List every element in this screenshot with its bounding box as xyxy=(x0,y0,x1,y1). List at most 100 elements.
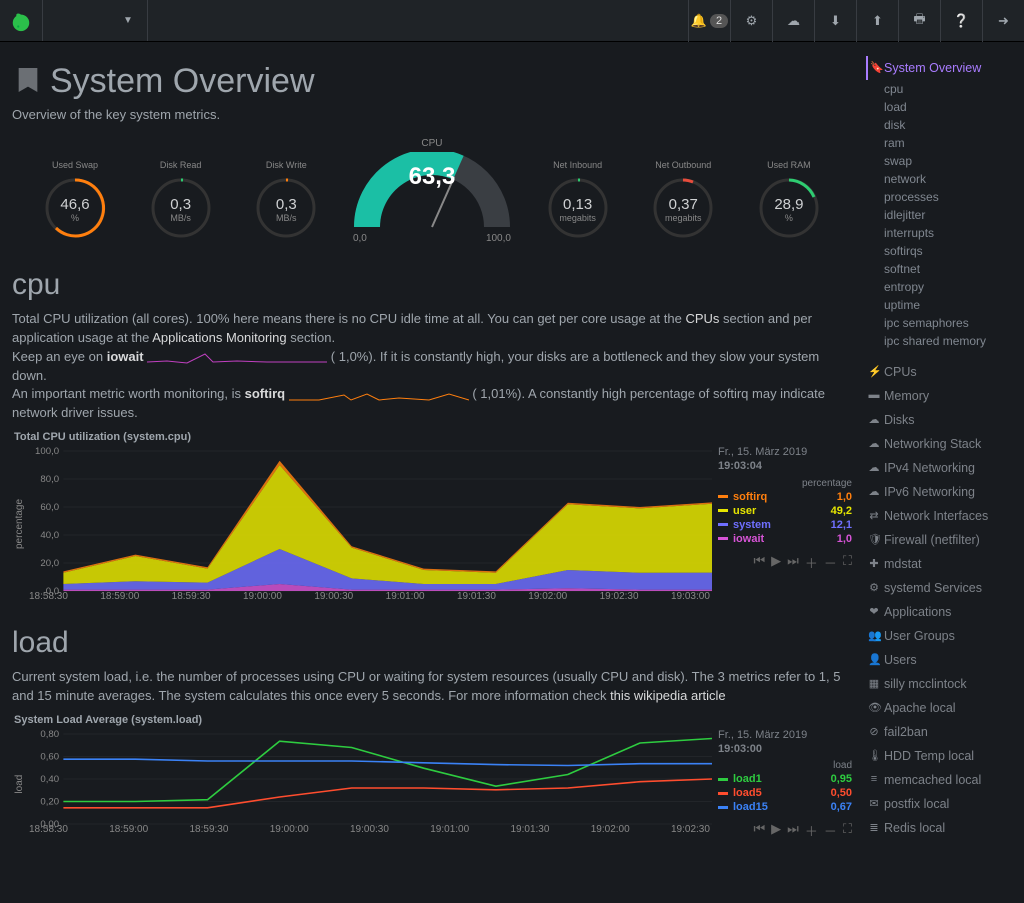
bookmark-icon: 🔖 xyxy=(870,61,882,74)
settings-button[interactable]: ⚙ xyxy=(730,0,772,42)
sidebar-sub-processes[interactable]: processes xyxy=(866,188,1014,206)
help-button[interactable]: ❔ xyxy=(940,0,982,42)
sidebar-item-hdd-temp-local[interactable]: 🌡HDD Temp local xyxy=(866,744,1014,768)
sidebar-item-silly-mcclintock[interactable]: ▦silly mcclintock xyxy=(866,672,1014,696)
metric-cpu-gauge[interactable]: CPU 63,3 0,0100,0 xyxy=(347,138,517,244)
sidebar-sub-ipc-shared-memory[interactable]: ipc shared memory xyxy=(866,332,1014,350)
section-heading-cpu: cpu xyxy=(12,268,852,302)
metric-disk-read[interactable]: Disk Read 0,3 MB/s xyxy=(136,160,226,223)
sidebar-sub-interrupts[interactable]: interrupts xyxy=(866,224,1014,242)
sidebar-item-systemd-services[interactable]: ⚙systemd Services xyxy=(866,576,1014,600)
legend-item-softirq[interactable]: softirq 1,0 xyxy=(718,491,852,503)
sidebar-sub-ram[interactable]: ram xyxy=(866,134,1014,152)
notification-badge: 2 xyxy=(710,14,728,28)
print-button[interactable]: 🖶 xyxy=(898,0,940,42)
load-chart-title: System Load Average (system.load) xyxy=(14,714,852,726)
svg-text:100,0: 100,0 xyxy=(35,446,59,456)
sidebar-item-firewall-netfilter-[interactable]: 🛡Firewall (netfilter) xyxy=(866,528,1014,552)
sidebar-item-redis-local[interactable]: ≣Redis local xyxy=(866,816,1014,840)
sidebar-sub-swap[interactable]: swap xyxy=(866,152,1014,170)
bell-icon: 🔔 xyxy=(691,13,707,29)
load-chart-controls[interactable]: ⏮▶⏭＋－⛶ xyxy=(718,821,852,840)
sidebar-item-users[interactable]: 👤Users xyxy=(866,648,1014,672)
sidebar-item-postfix-local[interactable]: ✉postfix local xyxy=(866,792,1014,816)
gear-icon: ⚙ xyxy=(746,13,758,29)
load-chart-ylabel: load xyxy=(12,728,27,841)
sidebar-item-cpus[interactable]: ⚡CPUs xyxy=(866,360,1014,384)
svg-text:20,0: 20,0 xyxy=(40,558,59,568)
sidebar-sub-softnet[interactable]: softnet xyxy=(866,260,1014,278)
svg-text:0,20: 0,20 xyxy=(40,797,59,807)
svg-text:40,0: 40,0 xyxy=(40,530,59,540)
metric-net-outbound[interactable]: Net Outbound 0,37 megabits xyxy=(638,160,728,223)
metrics-row: Used Swap 46,6 % Disk Read 0,3 MB/s Disk… xyxy=(12,138,852,244)
upload-icon: ⬆ xyxy=(872,13,883,29)
cpu-description: Total CPU utilization (all cores). 100% … xyxy=(12,310,852,423)
sidebar-sub-network[interactable]: network xyxy=(866,170,1014,188)
svg-text:0,80: 0,80 xyxy=(40,729,59,739)
svg-text:0,0: 0,0 xyxy=(46,586,59,596)
sidebar-sub-uptime[interactable]: uptime xyxy=(866,296,1014,314)
legend-item-iowait[interactable]: iowait 1,0 xyxy=(718,533,852,545)
sidebar-sub-entropy[interactable]: entropy xyxy=(866,278,1014,296)
download-button[interactable]: ⬇ xyxy=(814,0,856,42)
user-dropdown[interactable]: ▼ xyxy=(42,0,148,41)
sidebar-item-networking-stack[interactable]: ☁Networking Stack xyxy=(866,432,1014,456)
legend-item-system[interactable]: system 12,1 xyxy=(718,519,852,531)
sidebar-item-memcached-local[interactable]: ≡memcached local xyxy=(866,768,1014,792)
sidebar-sub-softirqs[interactable]: softirqs xyxy=(866,242,1014,260)
page-header: System Overview xyxy=(12,58,852,101)
signout-button[interactable]: ➜ xyxy=(982,0,1024,42)
svg-text:60,0: 60,0 xyxy=(40,502,59,512)
sidebar-item-ipv4-networking[interactable]: ☁IPv4 Networking xyxy=(866,456,1014,480)
metric-used-ram[interactable]: Used RAM 28,9 % xyxy=(744,160,834,223)
cloud-download-button[interactable]: ☁ xyxy=(772,0,814,42)
sidebar-item-applications[interactable]: ❤Applications xyxy=(866,600,1014,624)
cpus-link[interactable]: CPUs xyxy=(685,311,719,326)
sidebar-item-apache-local[interactable]: 👁Apache local xyxy=(866,696,1014,720)
page-subtitle: Overview of the key system metrics. xyxy=(12,107,852,122)
appmon-link[interactable]: Applications Monitoring xyxy=(152,330,286,345)
metric-used-swap[interactable]: Used Swap 46,6 % xyxy=(30,160,120,223)
sidebar-item-ipv6-networking[interactable]: ☁IPv6 Networking xyxy=(866,480,1014,504)
iowait-sparkline xyxy=(147,350,327,364)
legend-item-load5[interactable]: load5 0,50 xyxy=(718,787,852,799)
print-icon: 🖶 xyxy=(913,10,925,32)
cpu-chart-legend: Fr., 15. März 2019 19:03:04 percentage s… xyxy=(712,445,852,602)
help-icon: ❔ xyxy=(953,13,969,29)
legend-item-user[interactable]: user 49,2 xyxy=(718,505,852,517)
sidebar-item-memory[interactable]: ▬Memory xyxy=(866,384,1014,408)
cpu-chart-title: Total CPU utilization (system.cpu) xyxy=(14,431,852,443)
page-title: System Overview xyxy=(50,62,315,101)
load-description: Current system load, i.e. the number of … xyxy=(12,668,852,706)
softirq-sparkline xyxy=(289,388,469,402)
bookmark-icon xyxy=(12,60,44,100)
metric-net-inbound[interactable]: Net Inbound 0,13 megabits xyxy=(533,160,623,223)
svg-text:0,60: 0,60 xyxy=(40,752,59,762)
notifications-button[interactable]: 🔔 2 xyxy=(688,0,730,42)
sidebar-sub-cpu[interactable]: cpu xyxy=(866,80,1014,98)
wikipedia-link[interactable]: this wikipedia article xyxy=(610,688,726,703)
cpu-chart-ylabel: percentage xyxy=(12,445,27,602)
metric-disk-write[interactable]: Disk Write 0,3 MB/s xyxy=(241,160,331,223)
section-heading-load: load xyxy=(12,626,852,660)
sidebar-item-user-groups[interactable]: 👥User Groups xyxy=(866,624,1014,648)
cpu-chart[interactable]: 100,080,060,040,020,00,0 xyxy=(27,445,712,605)
upload-button[interactable]: ⬆ xyxy=(856,0,898,42)
load-chart[interactable]: 0,800,600,400,200,00 xyxy=(27,728,712,838)
sidebar-sub-load[interactable]: load xyxy=(866,98,1014,116)
sidebar-item-disks[interactable]: ☁Disks xyxy=(866,408,1014,432)
sidebar-item-mdstat[interactable]: ✚mdstat xyxy=(866,552,1014,576)
sidebar-item-network-interfaces[interactable]: ⇄Network Interfaces xyxy=(866,504,1014,528)
svg-text:0,40: 0,40 xyxy=(40,774,59,784)
sidebar-sub-idlejitter[interactable]: idlejitter xyxy=(866,206,1014,224)
sidebar-item-fail2ban[interactable]: ⊘fail2ban xyxy=(866,720,1014,744)
logo[interactable] xyxy=(0,0,42,42)
sidebar-sub-ipc-semaphores[interactable]: ipc semaphores xyxy=(866,314,1014,332)
cpu-chart-controls[interactable]: ⏮▶⏭＋－⛶ xyxy=(718,553,852,572)
legend-item-load15[interactable]: load15 0,67 xyxy=(718,801,852,813)
sidebar-item-overview[interactable]: 🔖 System Overview xyxy=(866,56,1014,80)
sidebar-sub-disk[interactable]: disk xyxy=(866,116,1014,134)
caret-down-icon: ▼ xyxy=(123,15,133,26)
legend-item-load1[interactable]: load1 0,95 xyxy=(718,773,852,785)
